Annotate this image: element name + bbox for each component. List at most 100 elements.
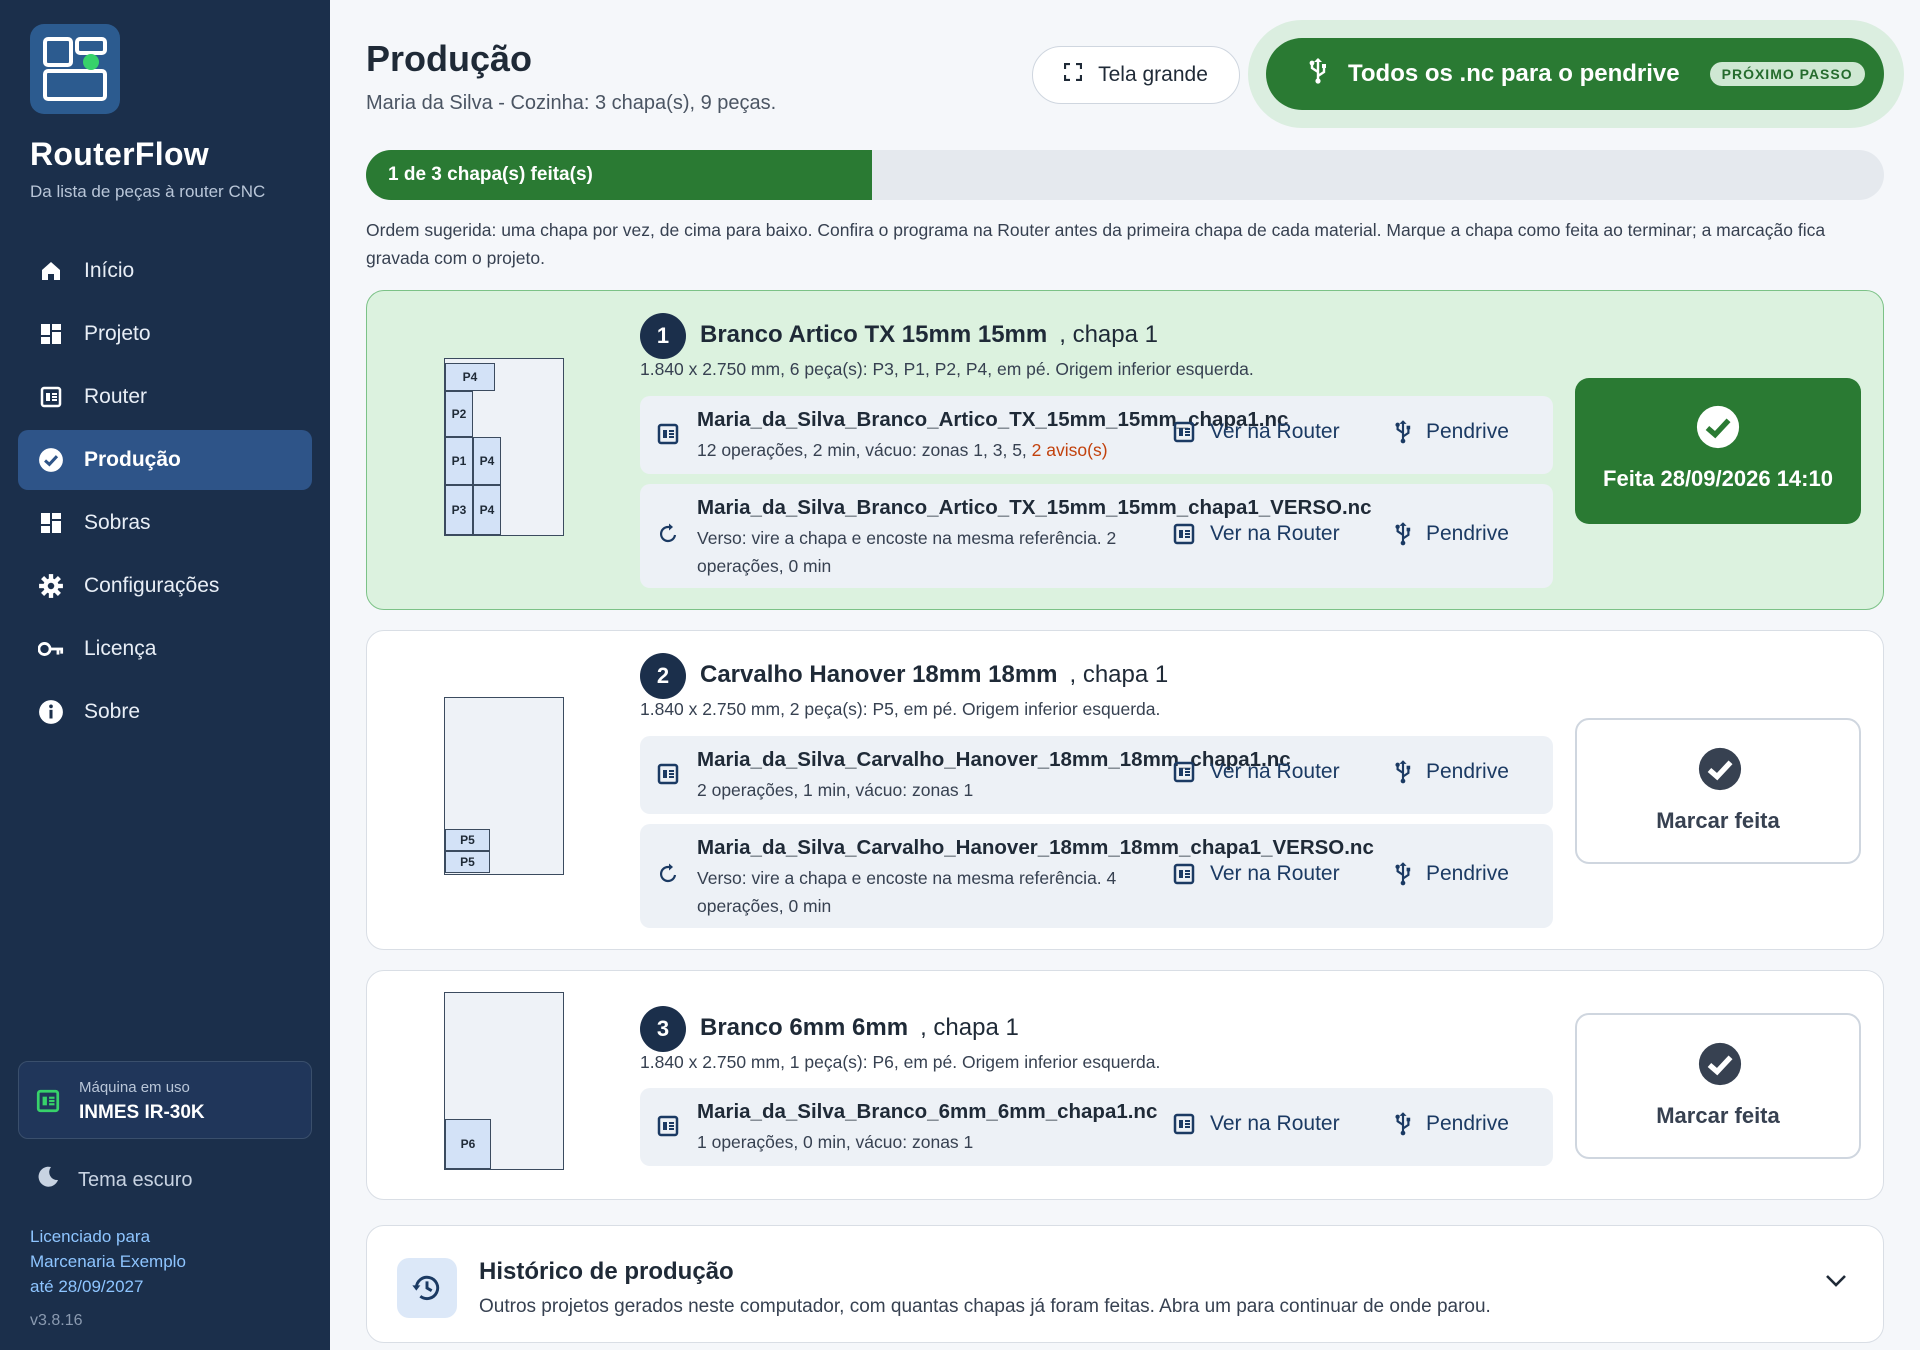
history-icon [397, 1258, 457, 1318]
check-circle-icon [1695, 404, 1741, 455]
view-in-router-button[interactable]: Ver na Router [1172, 760, 1340, 784]
sheet-material: Branco 6mm 6mm [700, 1014, 909, 1041]
sheet-desc: 1.840 x 2.750 mm, 1 peça(s): P6, em pé. … [640, 1052, 1161, 1072]
progress-text: 1 de 3 chapa(s) feita(s) [388, 164, 593, 185]
sheet-chapa: , chapa 1 [1069, 661, 1169, 688]
fullscreen-icon [1064, 62, 1083, 87]
chevron-down-icon[interactable] [1825, 1274, 1847, 1293]
router-file-icon [656, 1114, 680, 1143]
main-nav: Início Projeto Router Produção Sobras Co… [18, 241, 312, 745]
history-desc: Outros projetos gerados neste computador… [479, 1296, 1491, 1317]
machine-label: Máquina em uso [79, 1079, 190, 1096]
usb-icon [1394, 862, 1412, 886]
sheet-layout-thumbnail: P4 P2 P1 P4 P3 P4 [444, 358, 564, 536]
mark-done-label: Marcar feita [1656, 808, 1780, 833]
router-icon [38, 384, 64, 410]
nav-item-configuracoes[interactable]: Configurações [18, 556, 312, 616]
machine-selector[interactable]: Máquina em uso INMES IR-30K [18, 1061, 312, 1139]
pendrive-button[interactable]: Pendrive [1394, 1112, 1509, 1136]
nav-item-router[interactable]: Router [18, 367, 312, 427]
sheet-desc: 1.840 x 2.750 mm, 6 peça(s): P3, P1, P2,… [640, 359, 1254, 379]
sheet-desc: 1.840 x 2.750 mm, 2 peça(s): P5, em pé. … [640, 699, 1161, 719]
sheet-card: P6 3 Branco 6mm 6mm , chapa 1 1.840 x 2.7… [366, 970, 1884, 1200]
nav-label: Produção [84, 448, 181, 471]
nav-item-projeto[interactable]: Projeto [18, 304, 312, 364]
piece: P4 [473, 437, 501, 485]
sheet-material: Carvalho Hanover 18mm 18mm [700, 661, 1058, 688]
usb-icon [1308, 57, 1328, 91]
mark-done-button[interactable]: Marcar feita [1575, 1013, 1861, 1159]
nav-item-producao[interactable]: Produção [18, 430, 312, 490]
mark-done-button[interactable]: Marcar feita [1575, 718, 1861, 864]
pendrive-label: Pendrive [1426, 420, 1509, 443]
pendrive-button[interactable]: Pendrive [1394, 522, 1509, 546]
router-icon [1172, 862, 1196, 886]
view-in-router-button[interactable]: Ver na Router [1172, 420, 1340, 444]
brand-title: RouterFlow [30, 136, 209, 172]
nav-label: Router [84, 385, 148, 408]
nav-label: Licença [84, 637, 157, 660]
nav-item-licenca[interactable]: Licença [18, 619, 312, 679]
sheet-number: 1 [640, 313, 686, 359]
piece: P3 [445, 485, 473, 535]
view-label: Ver na Router [1210, 420, 1340, 443]
nc-file-name: Maria_da_Silva_Branco_6mm_6mm_chapa1.nc [697, 1100, 1158, 1123]
production-progress-bar: 1 de 3 chapa(s) feita(s) [366, 150, 1884, 200]
pendrive-label: Pendrive [1426, 760, 1509, 783]
sheet-title: Carvalho Hanover 18mm 18mm , chapa 1 [700, 661, 1168, 689]
router-icon [35, 1088, 61, 1119]
license-info: Licenciado para Marcenaria Exemplo até 2… [30, 1224, 186, 1299]
nc-file-name: Maria_da_Silva_Branco_Artico_TX_15mm_15m… [697, 496, 1372, 519]
mark-done-label: Marcar feita [1656, 1103, 1780, 1128]
dark-theme-toggle[interactable]: Tema escuro [36, 1165, 193, 1195]
gear-icon [38, 573, 64, 599]
nav-label: Projeto [84, 322, 151, 345]
flip-icon [656, 522, 680, 551]
moon-icon [36, 1165, 60, 1195]
next-step-badge: PRÓXIMO PASSO [1709, 62, 1865, 86]
piece: P6 [445, 1119, 491, 1169]
production-history-panel[interactable]: Histórico de produção Outros projetos ge… [366, 1225, 1884, 1343]
nc-file-row: Maria_da_Silva_Branco_Artico_TX_15mm_15m… [640, 484, 1553, 588]
sheet-title: Branco Artico TX 15mm 15mm , chapa 1 [700, 321, 1158, 349]
warning-count[interactable]: 2 aviso(s) [1032, 440, 1108, 460]
theme-label: Tema escuro [78, 1168, 193, 1191]
nc-file-row: Maria_da_Silva_Branco_6mm_6mm_chapa1.nc … [640, 1088, 1553, 1166]
history-title: Histórico de produção [479, 1258, 734, 1285]
router-icon [1172, 1112, 1196, 1136]
sheet-material: Branco Artico TX 15mm 15mm [700, 321, 1048, 348]
nav-label: Sobre [84, 700, 141, 723]
check-circle-icon [38, 447, 64, 473]
nav-label: Início [84, 259, 135, 282]
nc-file-desc: 2 operações, 1 min, vácuo: zonas 1 [697, 780, 974, 800]
view-in-router-button[interactable]: Ver na Router [1172, 522, 1340, 546]
pendrive-label: Pendrive [1426, 862, 1509, 885]
fullscreen-button[interactable]: Tela grande [1032, 46, 1240, 104]
pendrive-label: Pendrive [1426, 522, 1509, 545]
nc-file-row: Maria_da_Silva_Branco_Artico_TX_15mm_15m… [640, 396, 1553, 474]
fullscreen-label: Tela grande [1098, 63, 1208, 86]
sheet-layout-thumbnail: P5 P5 [444, 697, 564, 875]
router-file-icon [656, 762, 680, 791]
all-nc-to-pendrive-button[interactable]: Todos os .nc para o pendrive PRÓXIMO PAS… [1266, 38, 1884, 110]
view-in-router-button[interactable]: Ver na Router [1172, 862, 1340, 886]
view-label: Ver na Router [1210, 760, 1340, 783]
view-in-router-button[interactable]: Ver na Router [1172, 1112, 1340, 1136]
nav-item-sobre[interactable]: Sobre [18, 682, 312, 742]
nav-item-inicio[interactable]: Início [18, 241, 312, 301]
sidebar: RouterFlow Da lista de peças à router CN… [0, 0, 330, 1350]
info-icon [38, 699, 64, 725]
usb-icon [1394, 1112, 1412, 1136]
piece: P4 [473, 485, 501, 535]
pendrive-button[interactable]: Pendrive [1394, 862, 1509, 886]
app-logo [30, 24, 120, 114]
sheet-card: P5 P5 2 Carvalho Hanover 18mm 18mm , chap… [366, 630, 1884, 950]
brand-tagline: Da lista de peças à router CNC [30, 182, 266, 201]
sheet-card: P4 P2 P1 P4 P3 P4 1 Branco Artico TX 15m… [366, 290, 1884, 610]
nc-file-desc: 1 operações, 0 min, vácuo: zonas 1 [697, 1132, 974, 1152]
key-icon [38, 636, 64, 662]
pendrive-button[interactable]: Pendrive [1394, 420, 1509, 444]
nav-item-sobras[interactable]: Sobras [18, 493, 312, 553]
pendrive-button[interactable]: Pendrive [1394, 760, 1509, 784]
sheet-done-button[interactable]: Feita 28/09/2026 14:10 [1575, 378, 1861, 524]
